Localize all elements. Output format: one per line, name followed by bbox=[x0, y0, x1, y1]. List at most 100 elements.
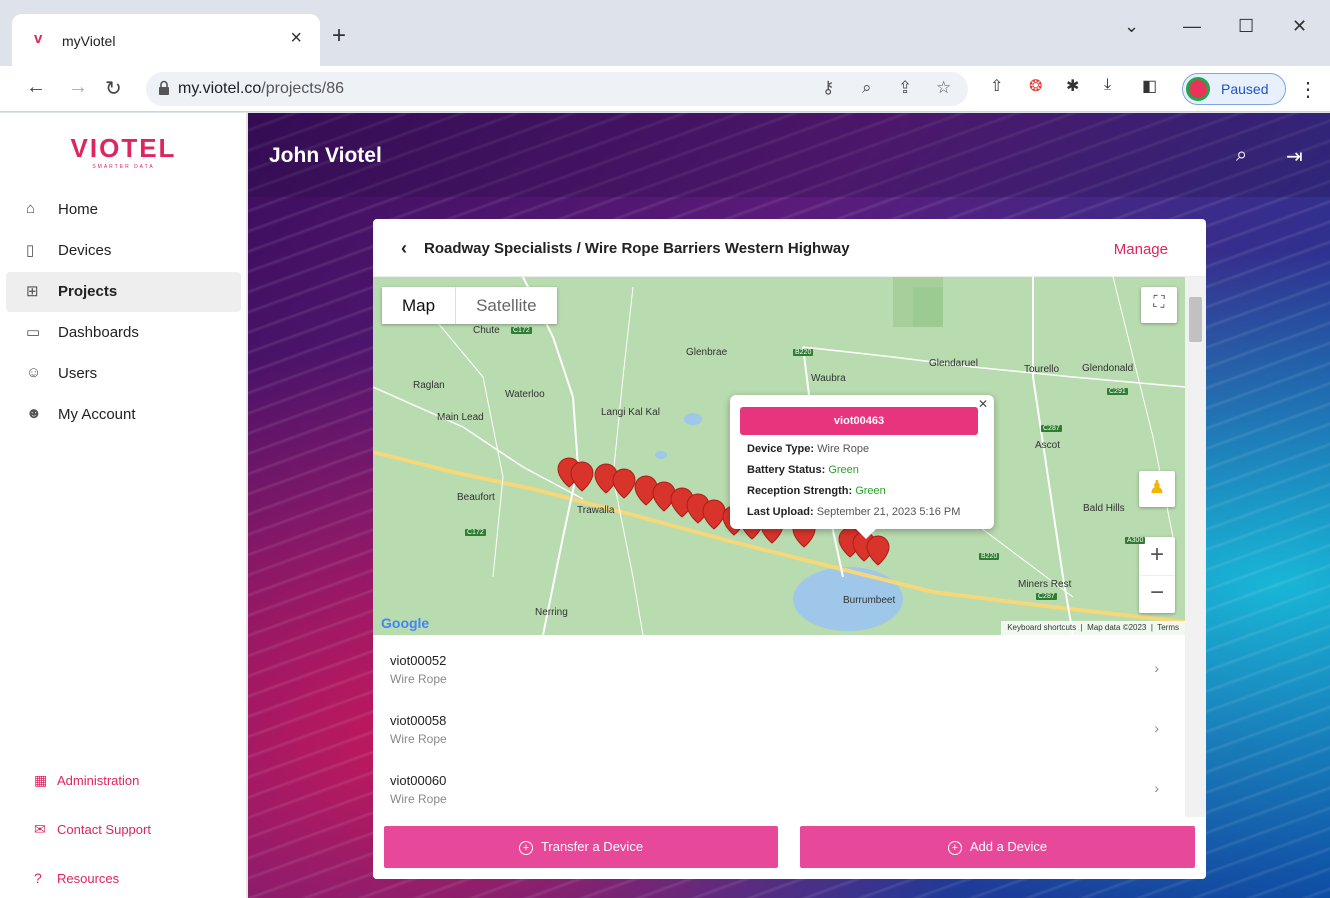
share-icon[interactable]: ⇪ bbox=[898, 78, 912, 98]
close-icon[interactable]: ✕ bbox=[978, 397, 988, 411]
zoom-icon[interactable]: ⌕ bbox=[862, 78, 872, 98]
grid-icon: ⊞ bbox=[26, 283, 39, 300]
maximize-icon[interactable]: ☐ bbox=[1238, 16, 1254, 37]
manage-link[interactable]: Manage bbox=[1114, 241, 1168, 258]
browser-tabstrip: v myViotel × + ⌄ — ☐ ✕ bbox=[0, 0, 1330, 66]
road-shield: A300 bbox=[1125, 537, 1146, 544]
extension-uploader-icon[interactable]: ⇧ bbox=[990, 76, 1003, 96]
viotel-logo[interactable]: VIOTEL SMARTER DATA bbox=[0, 133, 247, 170]
sidebar-item-label: Projects bbox=[58, 283, 118, 300]
side-panel-icon[interactable]: ◧ bbox=[1142, 76, 1157, 96]
sidebar-item-projects[interactable]: ⊞ Projects bbox=[6, 272, 241, 312]
device-id: viot00060 bbox=[390, 773, 447, 788]
user-icon: ☻ bbox=[26, 405, 42, 422]
home-icon: ⌂ bbox=[26, 200, 36, 217]
reload-icon[interactable]: ↻ bbox=[105, 76, 122, 101]
map-place-label: Burrumbeet bbox=[843, 595, 896, 606]
chevron-left-icon[interactable]: ‹ bbox=[401, 238, 407, 259]
url-input[interactable]: my.viotel.co/projects/86 ⚷ ⌕ ⇪ ☆ bbox=[146, 72, 968, 106]
url-text: my.viotel.co/projects/86 bbox=[178, 80, 344, 98]
bookmark-star-icon[interactable]: ☆ bbox=[936, 78, 951, 98]
contact-support-link[interactable]: ✉ Contact Support bbox=[0, 808, 247, 857]
extensions-puzzle-icon[interactable]: ✱ bbox=[1066, 76, 1079, 96]
popup-value: September 21, 2023 5:16 PM bbox=[816, 506, 961, 518]
administration-link[interactable]: ▦ Administration bbox=[0, 759, 247, 808]
lock-icon bbox=[159, 80, 169, 95]
fullscreen-icon[interactable]: ⛶ bbox=[1141, 287, 1177, 323]
popup-device-id: viot00463 bbox=[740, 407, 978, 435]
chevron-right-icon: › bbox=[1154, 660, 1159, 676]
device-list: viot00052 Wire Rope › viot00058 Wire Rop… bbox=[373, 635, 1185, 817]
breadcrumb: Roadway Specialists / Wire Rope Barriers… bbox=[424, 240, 850, 257]
device-info-window: ✕ viot00463 Device Type: Wire Rope Batte… bbox=[730, 395, 994, 539]
tab-search-chevron-icon[interactable]: ⌄ bbox=[1124, 16, 1139, 37]
terms-link[interactable]: Terms bbox=[1157, 623, 1179, 632]
resources-link[interactable]: ? Resources bbox=[0, 857, 247, 898]
map-place-label: Tourello bbox=[1024, 364, 1060, 375]
device-id: viot00058 bbox=[390, 713, 447, 728]
sidebar-item-label: Dashboards bbox=[58, 324, 139, 341]
device-type: Wire Rope bbox=[390, 732, 447, 746]
sidebar-item-label: Devices bbox=[58, 242, 112, 259]
list-item[interactable]: viot00058 Wire Rope › bbox=[373, 695, 1185, 755]
key-icon[interactable]: ⚷ bbox=[822, 78, 834, 98]
street-view-pegman-icon[interactable]: ♟ bbox=[1139, 471, 1175, 507]
sidebar-item-label: Home bbox=[58, 201, 99, 218]
list-item[interactable]: viot00060 Wire Rope › bbox=[373, 755, 1185, 815]
extension-red-icon[interactable]: ❂ bbox=[1029, 76, 1042, 96]
mail-icon: ✉ bbox=[34, 821, 46, 837]
zoom-out-icon[interactable]: − bbox=[1139, 575, 1175, 613]
users-icon: ☺ bbox=[26, 364, 42, 381]
forward-icon[interactable]: → bbox=[68, 76, 88, 99]
profile-button[interactable]: Paused bbox=[1182, 73, 1286, 105]
project-card: ‹ Roadway Specialists / Wire Rope Barrie… bbox=[373, 219, 1206, 879]
popup-label: Reception Strength: bbox=[747, 485, 853, 497]
popup-value: Green bbox=[855, 485, 886, 497]
sidebar-item-dashboards[interactable]: ▭ Dashboards bbox=[6, 313, 241, 353]
url-path: /projects/86 bbox=[261, 80, 344, 97]
url-domain: my.viotel.co bbox=[178, 80, 262, 97]
popup-label: Battery Status: bbox=[747, 464, 826, 476]
road-shield: C287 bbox=[1036, 593, 1057, 600]
map-view[interactable]: Map Satellite ⛶ ♟ + − Chute Glenbrae Wau… bbox=[373, 277, 1185, 635]
close-window-icon[interactable]: ✕ bbox=[1292, 16, 1307, 37]
address-bar: ← → ↻ my.viotel.co/projects/86 ⚷ ⌕ ⇪ ☆ ⇧… bbox=[0, 66, 1330, 112]
device-id: viot00052 bbox=[390, 653, 447, 668]
sidebar-item-home[interactable]: ⌂ Home bbox=[6, 190, 241, 230]
popup-value: Wire Rope bbox=[817, 443, 870, 455]
keyboard-shortcuts-link[interactable]: Keyboard shortcuts bbox=[1007, 623, 1076, 632]
popup-label: Device Type: bbox=[747, 443, 815, 455]
popup-last-upload: Last Upload: September 21, 2023 5:16 PM bbox=[747, 506, 960, 518]
minimize-icon[interactable]: — bbox=[1183, 16, 1201, 37]
list-item[interactable]: viot00052 Wire Rope › bbox=[373, 635, 1185, 695]
map-type-map-button[interactable]: Map bbox=[382, 287, 455, 324]
map-place-label: Trawalla bbox=[577, 505, 615, 516]
scrollbar-thumb[interactable] bbox=[1189, 297, 1202, 342]
sidebar-item-users[interactable]: ☺ Users bbox=[6, 354, 241, 394]
sidebar-footer: ▦ Administration ✉ Contact Support ? Res… bbox=[0, 759, 247, 898]
main-content: John Viotel ⌕ ⇥ ‹ Roadway Specialists / … bbox=[248, 113, 1330, 898]
back-icon[interactable]: ← bbox=[26, 76, 46, 99]
browser-menu-icon[interactable]: ⋮ bbox=[1298, 77, 1318, 102]
transfer-device-button[interactable]: + Transfer a Device bbox=[384, 826, 778, 868]
close-tab-icon[interactable]: × bbox=[290, 27, 302, 50]
avatar bbox=[1186, 77, 1210, 101]
map-place-label: Bald Hills bbox=[1083, 503, 1125, 514]
footer-link-label: Contact Support bbox=[57, 822, 151, 837]
search-icon[interactable]: ⌕ bbox=[1236, 144, 1247, 167]
scrollbar[interactable] bbox=[1185, 277, 1206, 817]
popup-reception-strength: Reception Strength: Green bbox=[747, 485, 886, 497]
sidebar-item-label: Users bbox=[58, 365, 98, 382]
browser-tab[interactable]: v myViotel × bbox=[12, 14, 320, 66]
new-tab-icon[interactable]: + bbox=[332, 24, 346, 48]
download-icon[interactable]: ⤓ bbox=[1104, 76, 1111, 94]
map-type-satellite-button[interactable]: Satellite bbox=[455, 287, 556, 324]
sidebar-item-devices[interactable]: ▯ Devices bbox=[6, 231, 241, 271]
logout-icon[interactable]: ⇥ bbox=[1286, 144, 1303, 169]
footer-link-label: Administration bbox=[57, 773, 140, 788]
sidebar-item-my-account[interactable]: ☻ My Account bbox=[6, 395, 241, 435]
map-place-label: Glendaruel bbox=[929, 358, 978, 369]
add-device-button[interactable]: + Add a Device bbox=[800, 826, 1195, 868]
map-place-label: Waubra bbox=[811, 373, 846, 384]
road-shield: C172 bbox=[465, 529, 486, 536]
